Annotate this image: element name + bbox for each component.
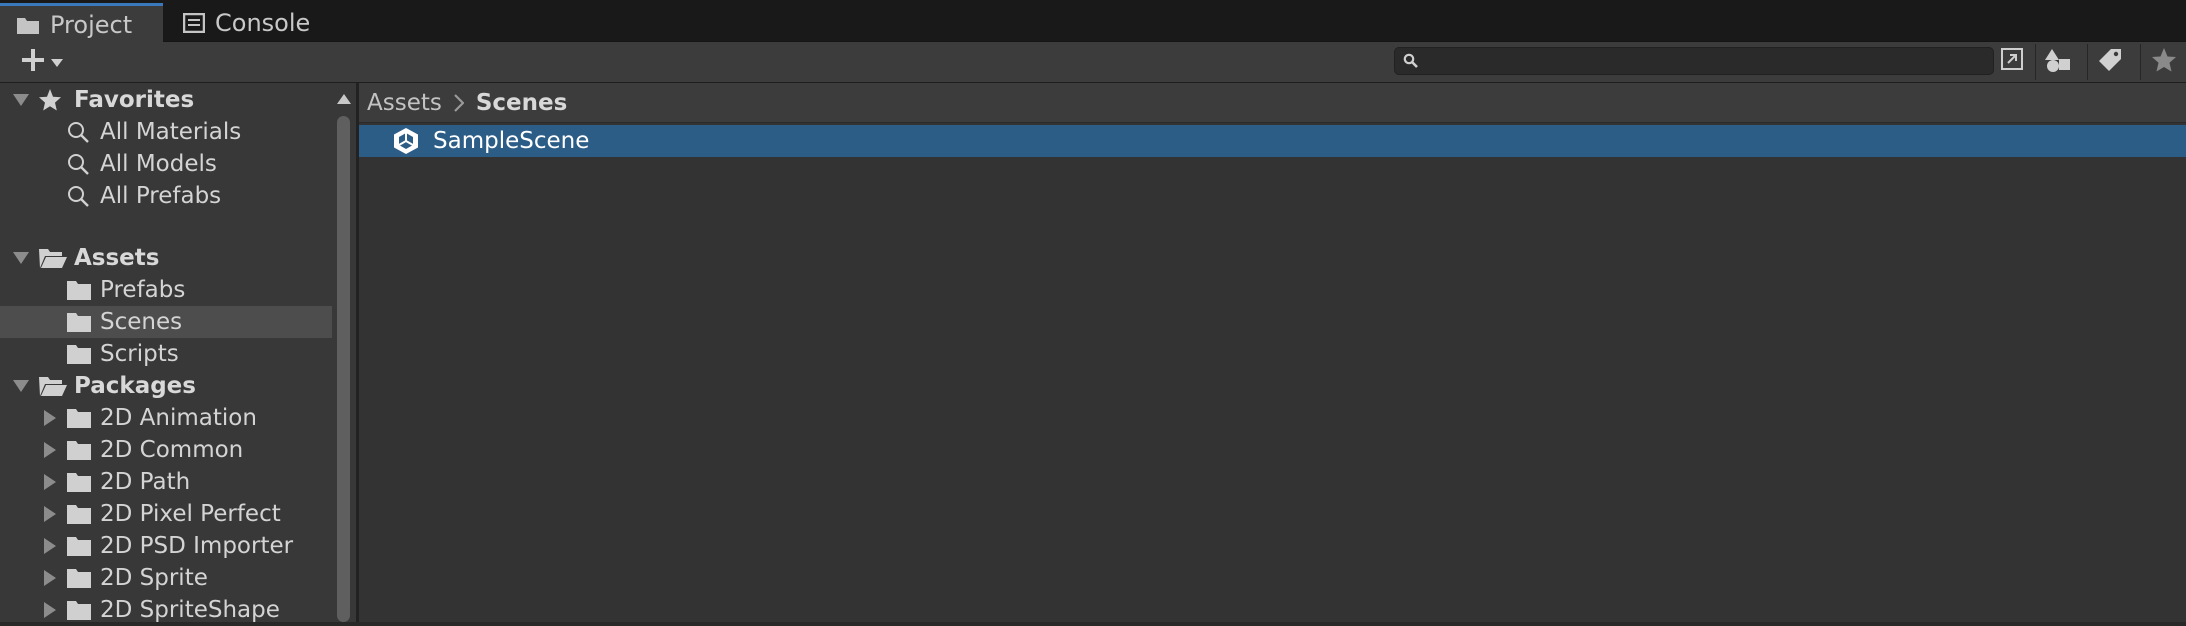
tab-console[interactable]: Console: [183, 4, 323, 41]
tree-item-label: All Materials: [100, 119, 242, 145]
collapsed-arrow-icon[interactable]: [40, 600, 60, 620]
project-folder-tree: Favorites All Materials All Models All P…: [0, 83, 356, 623]
create-button[interactable]: [14, 48, 70, 76]
breadcrumb: Assets Scenes: [359, 83, 2186, 123]
tree-item-all-prefabs[interactable]: All Prefabs: [0, 180, 332, 212]
save-search-button[interactable]: [2148, 46, 2180, 78]
tree-item-2d-path[interactable]: 2D Path: [0, 466, 332, 498]
toolbar-separator: [2035, 44, 2036, 80]
chevron-down-icon: [50, 53, 64, 72]
tag-icon: [2097, 47, 2123, 77]
collapsed-arrow-icon[interactable]: [40, 472, 60, 492]
tree-item-scenes[interactable]: Scenes: [0, 306, 332, 338]
search-icon: [1403, 53, 1419, 73]
window-tab-bar: Project Console: [0, 0, 2186, 44]
project-asset-list: Assets Scenes SampleScene: [359, 83, 2186, 622]
folder-icon: [16, 15, 40, 35]
tree-favorites-label: Favorites: [74, 87, 195, 113]
asset-item-samplescene[interactable]: SampleScene: [359, 125, 2186, 157]
folder-icon: [66, 535, 92, 557]
folder-icon: [66, 343, 92, 365]
toolbar-separator: [2087, 44, 2088, 80]
star-icon: [2151, 47, 2177, 77]
open-external-icon: [2000, 47, 2024, 75]
console-icon: [183, 12, 205, 33]
search-in-new-window-button[interactable]: [1998, 47, 2026, 75]
tree-scrollbar-thumb[interactable]: [337, 116, 350, 622]
tree-item-label: 2D SpriteShape: [100, 597, 280, 623]
tree-item-label: 2D PSD Importer: [100, 533, 294, 559]
shapes-icon: [2044, 47, 2072, 77]
tree-item-2d-pixel-perfect[interactable]: 2D Pixel Perfect: [0, 498, 332, 530]
tree-item-label: Prefabs: [100, 277, 186, 303]
tree-item-2d-spriteshape[interactable]: 2D SpriteShape: [0, 594, 332, 626]
tree-item-2d-animation[interactable]: 2D Animation: [0, 402, 332, 434]
star-icon: [38, 88, 62, 112]
search-icon: [66, 152, 90, 176]
open-folder-icon: [38, 247, 68, 269]
tree-item-all-models[interactable]: All Models: [0, 148, 332, 180]
open-folder-icon: [38, 375, 68, 397]
tree-item-label: 2D Common: [100, 437, 244, 463]
tree-item-label: All Models: [100, 151, 217, 177]
tree-item-label: All Prefabs: [100, 183, 222, 209]
tree-item-label: 2D Sprite: [100, 565, 208, 591]
folder-icon: [66, 407, 92, 429]
folder-icon: [66, 599, 92, 621]
expand-arrow-icon[interactable]: [11, 248, 31, 268]
search-input[interactable]: [1425, 50, 1984, 74]
tree-favorites-header[interactable]: Favorites: [0, 84, 332, 116]
tree-item-2d-common[interactable]: 2D Common: [0, 434, 332, 466]
tree-item-label: 2D Pixel Perfect: [100, 501, 281, 527]
collapsed-arrow-icon[interactable]: [40, 440, 60, 460]
folder-icon: [66, 279, 92, 301]
collapsed-arrow-icon[interactable]: [40, 408, 60, 428]
tree-packages-label: Packages: [74, 373, 196, 399]
expand-arrow-icon[interactable]: [11, 90, 31, 110]
folder-icon: [66, 439, 92, 461]
toolbar-separator: [2140, 44, 2141, 80]
unity-scene-icon: [393, 127, 419, 155]
folder-icon: [66, 311, 92, 333]
collapsed-arrow-icon[interactable]: [40, 536, 60, 556]
asset-item-label: SampleScene: [433, 128, 590, 154]
plus-icon: [20, 47, 46, 77]
tab-console-label: Console: [215, 8, 311, 37]
folder-icon: [66, 567, 92, 589]
search-by-label-button[interactable]: [2094, 46, 2126, 78]
chevron-right-icon: [454, 93, 464, 112]
project-toolbar: [0, 42, 2186, 83]
search-by-type-button[interactable]: [2042, 46, 2074, 78]
tree-assets-label: Assets: [74, 245, 160, 271]
search-field[interactable]: [1394, 47, 1994, 75]
tree-packages-header[interactable]: Packages: [0, 370, 332, 402]
tab-project[interactable]: Project: [0, 3, 163, 44]
breadcrumb-assets[interactable]: Assets: [367, 90, 442, 116]
tree-item-scripts[interactable]: Scripts: [0, 338, 332, 370]
scroll-up-icon[interactable]: [336, 90, 352, 109]
tree-item-label: 2D Animation: [100, 405, 257, 431]
collapsed-arrow-icon[interactable]: [40, 504, 60, 524]
tree-item-2d-psd-importer[interactable]: 2D PSD Importer: [0, 530, 332, 562]
tree-assets-header[interactable]: Assets: [0, 242, 332, 274]
tree-item-label: 2D Path: [100, 469, 191, 495]
folder-icon: [66, 503, 92, 525]
tree-item-label: Scenes: [100, 309, 183, 335]
tab-project-label: Project: [50, 11, 133, 39]
tree-item-label: Scripts: [100, 341, 179, 367]
tree-item-2d-sprite[interactable]: 2D Sprite: [0, 562, 332, 594]
tree-item-prefabs[interactable]: Prefabs: [0, 274, 332, 306]
search-icon: [66, 120, 90, 144]
collapsed-arrow-icon[interactable]: [40, 568, 60, 588]
search-icon: [66, 184, 90, 208]
expand-arrow-icon[interactable]: [11, 376, 31, 396]
folder-icon: [66, 471, 92, 493]
breadcrumb-scenes[interactable]: Scenes: [476, 90, 567, 116]
tree-item-all-materials[interactable]: All Materials: [0, 116, 332, 148]
